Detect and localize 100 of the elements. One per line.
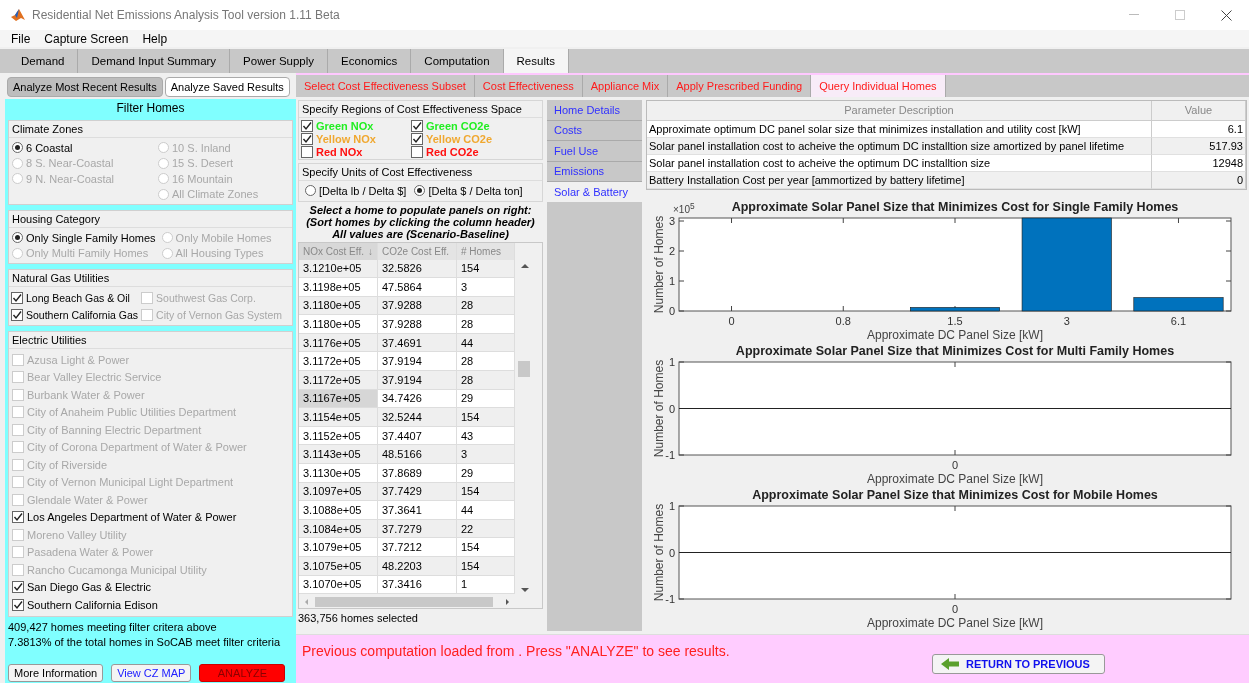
table-cell[interactable]: 37.9194 [378,371,457,390]
table-cell[interactable]: 3.1154e+05 [299,408,378,427]
table-cell[interactable]: 3.1180e+05 [299,315,378,334]
menu-item[interactable]: File [4,31,38,46]
table-cell[interactable]: 28 [457,371,515,390]
tick-label: -1 [665,449,675,461]
checkbox[interactable] [12,581,24,594]
group-title: Natural Gas Utilities [9,270,292,287]
axis-label: Approximate DC Panel Size [kW] [866,616,1044,630]
option-label[interactable]: Los Angeles Department of Water & Power [27,511,237,524]
action-button[interactable]: More Information [8,664,104,682]
action-button[interactable]: View CZ MAP [111,664,192,682]
option-label[interactable]: Southern California Edison [27,598,158,611]
table-cell[interactable]: 37.8689 [378,464,457,483]
radio-button[interactable] [414,185,426,197]
axis-label: Number of Homes [652,215,666,314]
checkbox[interactable] [12,598,24,611]
table-cell: Solar panel installation cost to acheive the optimum DC installtion size amortized by panel lifetime [647,138,1152,155]
table-cell: Battery Installation Cost per year [ammortized by battery lifetime] [647,172,1152,189]
table-cell: 517.93 [1152,138,1246,155]
menu-item[interactable]: Help [135,31,175,46]
table-cell[interactable]: 29 [457,464,515,483]
summary-text: 7.3813% of the total homes in SoCAB meet filter criteria [8,635,282,649]
option-label[interactable]: Southern California Gas [26,308,139,321]
table-cell[interactable]: 3.1172e+05 [299,371,378,390]
selection-count: 363,756 homes selected [298,611,419,624]
instruction-text: All values are (Scenario-Baseline) [332,227,509,240]
table-cell: 0 [1152,172,1246,189]
back-arrow-icon [940,657,960,671]
panel-header: Filter Homes [115,100,186,117]
menu-item[interactable]: Capture Screen [37,31,136,46]
checkbox[interactable] [11,308,23,321]
table-cell[interactable]: 3.1172e+05 [299,352,378,372]
tick-label: 0 [951,459,959,471]
option-label[interactable]: Long Beach Gas & Oil [26,291,130,304]
axis-label: Number of Homes [652,503,666,602]
mode-button[interactable]: Analyze Most Recent Results [7,77,163,97]
table-cell[interactable]: 28 [457,315,515,334]
table-cell[interactable]: 3.1143e+05 [299,445,378,465]
radio-button[interactable] [305,185,316,197]
checkbox[interactable] [301,132,313,145]
side-tab[interactable]: Solar & Battery [547,182,642,202]
group-title: Specify Units of Cost Effectiveness [299,164,542,181]
option-label[interactable]: [Delta $ / Delta ton] [428,184,523,197]
table-cell[interactable]: 3 [457,278,515,297]
table-cell[interactable]: 28 [457,352,515,372]
checkbox[interactable] [11,291,23,304]
table-cell[interactable]: 37.3641 [378,501,457,520]
table-cell[interactable]: 44 [457,501,515,520]
option-label[interactable]: San Diego Gas & Electric [27,581,152,594]
app-logo-icon [10,7,26,23]
checkbox[interactable] [411,145,423,158]
tick-label: 0 [951,603,959,615]
checkbox[interactable] [411,119,423,132]
mode-button[interactable]: Analyze Saved Results [164,77,290,97]
checkbox[interactable] [301,145,313,158]
table-cell[interactable]: 32.5244 [378,408,457,427]
tick-label: 0 [668,402,675,415]
table-cell[interactable]: 3.1088e+05 [299,501,378,520]
option-label[interactable]: Only Single Family Homes [26,231,156,244]
radio-button[interactable] [12,142,23,154]
tab[interactable]: Results [503,49,569,73]
table-cell[interactable]: 47.5864 [378,278,457,297]
tick-label: 0 [668,305,675,317]
checkbox[interactable] [411,132,423,145]
table-cell[interactable]: 48.2203 [378,557,457,576]
table-cell[interactable]: 154 [457,557,515,576]
table-cell[interactable]: 3.1198e+05 [299,278,378,297]
table-cell[interactable]: 37.9194 [378,352,457,372]
table-cell[interactable]: 37.7212 [378,538,457,557]
option-label[interactable]: 6 Coastal [26,141,73,154]
table-cell: Approximate optimum DC panel solar size that minimizes installation and utility cost [kW] [647,121,1152,138]
table-cell[interactable]: 154 [457,408,515,427]
tick-label: 1.5 [947,315,963,327]
axis-label: Approximate DC Panel Size [kW] [866,472,1044,486]
radio-button[interactable] [12,232,23,244]
table-cell[interactable]: 154 [457,538,515,557]
table-cell[interactable]: 3.1130e+05 [299,464,378,483]
table-cell[interactable]: 3.1075e+05 [299,557,378,576]
table-cell[interactable]: 37.9288 [378,315,457,334]
window-title: Residential Net Emissions Analysis Tool version 1.11 Beta [32,8,341,22]
table-cell[interactable]: 3.1079e+05 [299,538,378,557]
chart-title: Approximate Solar Panel Size that Minimizes Cost for Single Family Homes [731,200,1179,214]
tick-label: 1 [668,356,675,368]
close-icon[interactable] [1220,9,1232,21]
tick-label: 0.8 [835,315,851,327]
table-cell[interactable]: 48.5166 [378,445,457,465]
table-cell: 6.1 [1152,121,1246,138]
table-cell[interactable]: 3 [457,445,515,465]
tick-label: 2 [668,245,675,257]
return-button[interactable]: RETURN TO PREVIOUS [932,654,1105,674]
minimize-icon[interactable] [1129,14,1139,16]
checkbox[interactable] [301,119,313,132]
group-title: Electric Utilities [9,332,292,349]
tick-label: 3 [668,215,675,227]
table-cell: 12948 [1152,155,1246,172]
maximize-icon[interactable] [1175,10,1185,20]
checkbox[interactable] [12,511,24,524]
tick-label: 0 [728,315,735,327]
option-label[interactable]: [Delta lb / Delta $] [319,184,407,197]
